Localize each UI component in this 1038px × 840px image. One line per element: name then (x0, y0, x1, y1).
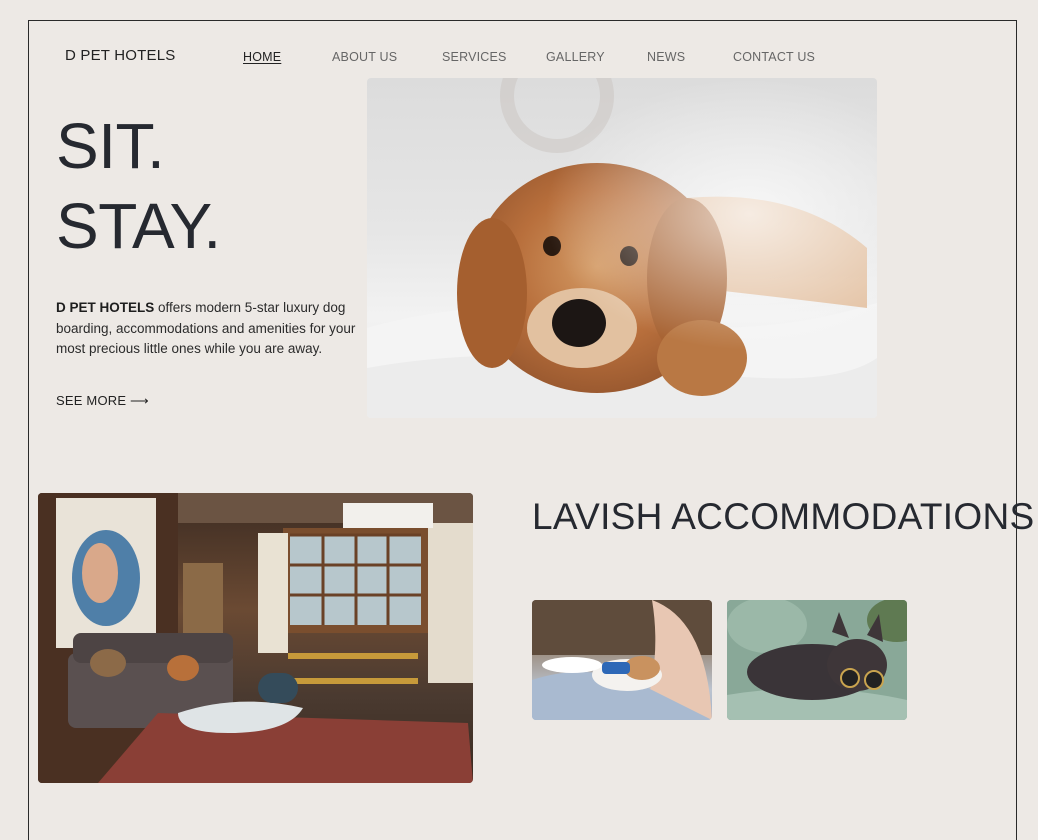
nav-home[interactable]: HOME (243, 50, 281, 64)
golden-doodle-on-bed-photo (367, 78, 877, 418)
nav-services[interactable]: SERVICES (442, 50, 507, 64)
accommodation-thumb-2[interactable] (727, 600, 907, 720)
nav-gallery[interactable]: GALLERY (546, 50, 605, 64)
nav-news[interactable]: NEWS (647, 50, 685, 64)
accommodations-title: LAVISH ACCOMMODATIONS (532, 496, 1035, 537)
living-room-interior-photo (38, 493, 473, 783)
nav-contact-us[interactable]: CONTACT US (733, 50, 815, 64)
hero-title: SIT. STAY. (56, 106, 221, 266)
hero-title-line1: SIT. (56, 110, 165, 182)
accommodation-thumb-1[interactable] (532, 600, 712, 720)
brand-logo[interactable]: D PET HOTELS (65, 47, 175, 64)
living-room-image (38, 493, 473, 783)
hero-dog-image (367, 78, 877, 418)
hero-description: D PET HOTELS offers modern 5-star luxury… (56, 298, 356, 360)
nav-about-us[interactable]: ABOUT US (332, 50, 397, 64)
bulldog-with-sunglasses-photo (727, 600, 907, 720)
hero-title-line2: STAY. (56, 190, 221, 262)
see-more-link[interactable]: SEE MORE ⟶ (56, 393, 149, 409)
hero-description-brand: D PET HOTELS (56, 300, 155, 315)
person-with-dog-photo (532, 600, 712, 720)
